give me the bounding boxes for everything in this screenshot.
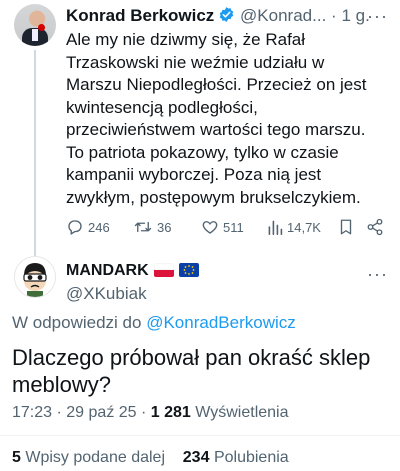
reply-tweet-text: Dlaczego próbował pan okraść sklep meblo… (12, 345, 371, 397)
bookmark-action[interactable] (338, 218, 354, 236)
parent-action-bar: 246 36 511 14,7K (66, 218, 392, 240)
bookmark-icon (338, 218, 354, 236)
repost-action[interactable]: 36 (133, 218, 171, 236)
reply-author-handle[interactable]: @XKubiak (66, 284, 147, 304)
heart-icon (201, 218, 219, 236)
views-chart-icon (267, 218, 283, 236)
reply-icon (66, 218, 84, 236)
thread-connector-line (34, 50, 36, 256)
avatar-shirt (32, 29, 38, 41)
post-time[interactable]: 1 g. (341, 6, 369, 25)
reply-view-count: 1 281 (150, 404, 191, 421)
stats-divider (0, 435, 400, 436)
avatar-konrad-berkowicz[interactable] (14, 4, 56, 46)
reply-view-label: Wyświetlenia (195, 404, 289, 421)
reply-count: 246 (88, 219, 110, 235)
likes-count: 234 (182, 449, 210, 466)
repost-count: 36 (157, 219, 172, 235)
poland-flag-icon (153, 263, 174, 277)
separator-dot: · (331, 6, 337, 25)
reply-action[interactable]: 246 (66, 218, 110, 236)
like-count: 511 (223, 219, 244, 235)
replying-to-prefix: W odpowiedzi do (12, 313, 142, 332)
share-action[interactable] (366, 218, 384, 236)
reply-author-name[interactable]: MANDARK (66, 262, 149, 279)
reply-time[interactable]: 17:23 (12, 404, 52, 421)
reply-meta: 17:23 · 29 paź 25 · 1 281 Wyświetlenia (12, 404, 289, 422)
share-icon (366, 218, 384, 236)
replying-to-link[interactable]: @KonradBerkowicz (146, 313, 296, 332)
reposts-label: Wpisy podane dalej (25, 449, 165, 466)
more-dots-icon[interactable]: ··· (367, 6, 388, 27)
more-dots-icon[interactable]: ··· (367, 264, 388, 285)
reposts-count: 5 (12, 449, 21, 466)
reply-engagement-stats: 5 Wpisy podane dalej 234 Polubienia (12, 449, 289, 467)
parent-header: Konrad Berkowicz @Konrad... · 1 g. (66, 6, 370, 28)
repost-icon (133, 218, 153, 236)
mandark-cartoon-avatar (15, 257, 55, 297)
reposts-stat[interactable]: 5 Wpisy podane dalej (12, 449, 165, 466)
views-count: 14,7K (287, 219, 321, 235)
avatar-mandark[interactable] (14, 256, 56, 298)
author-name[interactable]: Konrad Berkowicz (66, 6, 214, 25)
author-handle[interactable]: @Konrad... (240, 6, 326, 25)
views-action[interactable]: 14,7K (267, 218, 321, 236)
replying-to-line: W odpowiedzi do @KonradBerkowicz (12, 313, 296, 333)
parent-tweet-text: Ale my nie dziwmy się, że Rafał Trzaskow… (66, 30, 367, 207)
reply-date[interactable]: · 29 paź 25 · (57, 404, 147, 421)
verified-badge-icon (218, 6, 235, 28)
likes-stat[interactable]: 234 Polubienia (183, 449, 289, 466)
like-action[interactable]: 511 (201, 218, 244, 236)
reply-header: MANDARK (66, 262, 199, 280)
likes-label: Polubienia (213, 449, 289, 466)
eu-flag-icon (178, 263, 199, 277)
avatar-red-dot (38, 24, 45, 31)
